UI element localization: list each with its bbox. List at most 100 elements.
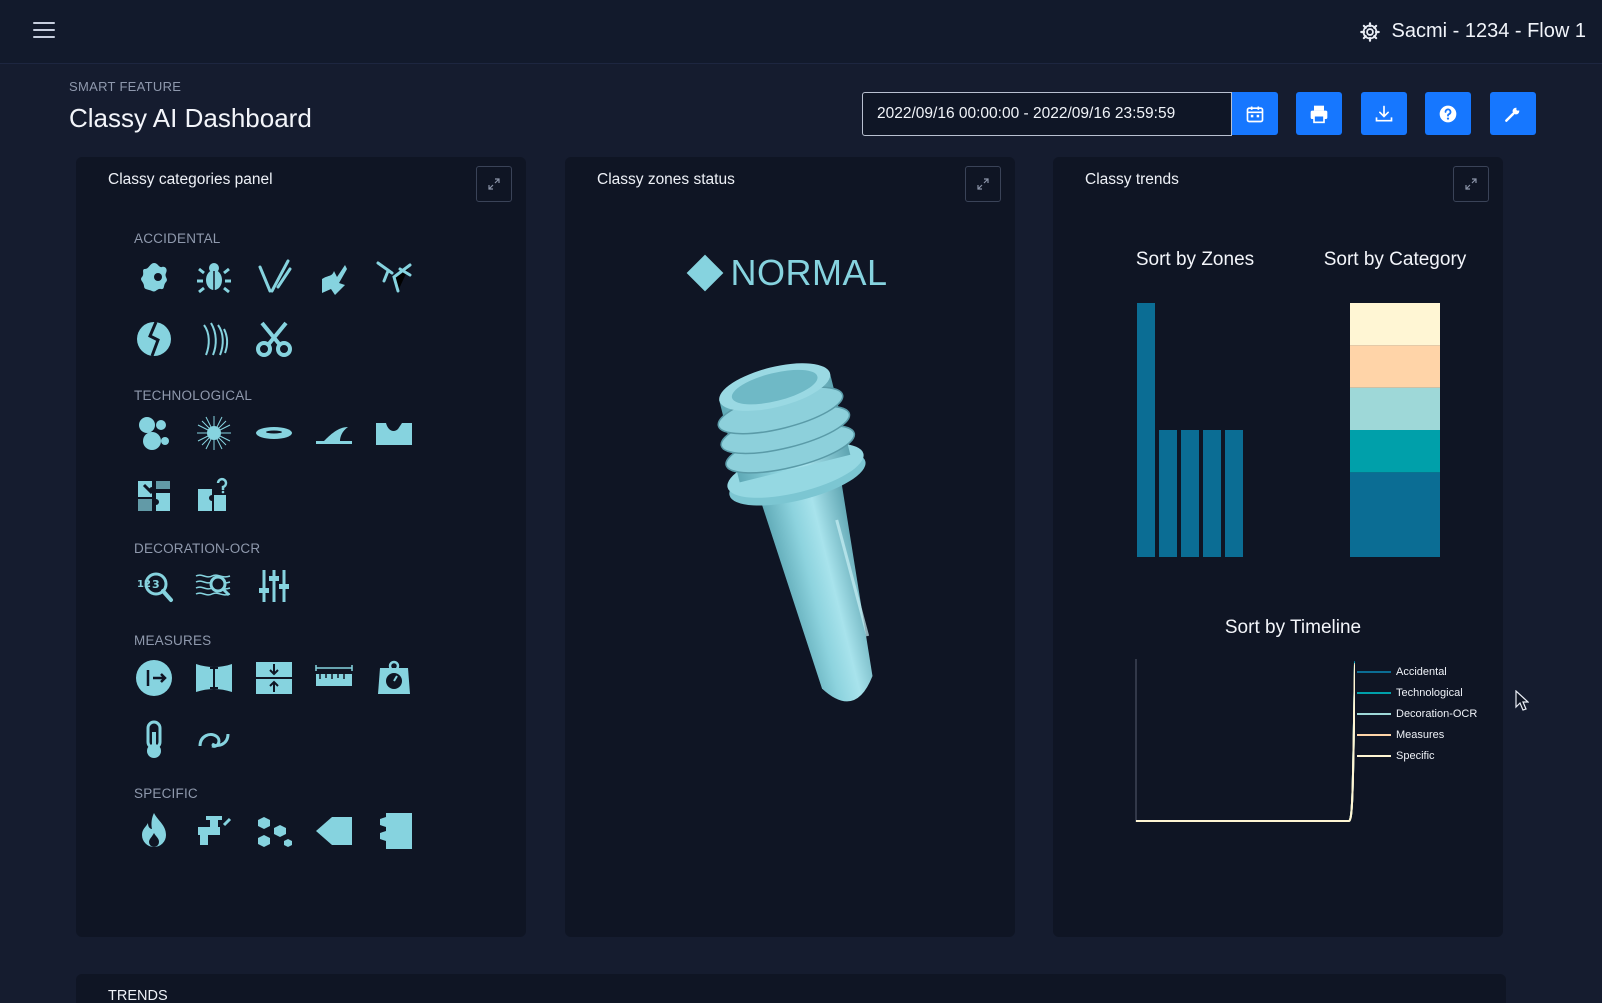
expand-button[interactable] [965,166,1001,202]
icon-row [134,811,414,851]
streak-icon[interactable] [194,319,234,359]
expand-icon [1465,178,1477,190]
thermometer-icon[interactable] [134,720,174,760]
legend-item[interactable]: Specific [1357,745,1477,766]
zone-bar[interactable] [1181,430,1199,557]
category-segment[interactable] [1350,387,1440,430]
cap-icon[interactable] [314,811,354,851]
zones-bar-chart [1137,303,1243,557]
zone-bar[interactable] [1203,430,1221,557]
notch-icon[interactable] [374,413,414,453]
svg-text:3: 3 [152,578,160,591]
page-title: Classy AI Dashboard [69,103,312,133]
leaf-icon[interactable] [134,319,174,359]
svg-text:12: 12 [137,579,151,590]
bug-icon[interactable] [194,257,234,297]
category-segment[interactable] [1350,303,1440,346]
legend-item[interactable]: Technological [1357,682,1477,703]
help-button[interactable] [1425,92,1471,135]
expand-icon [488,178,500,190]
download-button[interactable] [1361,92,1407,135]
hamburger-menu-icon[interactable] [33,22,55,40]
category-segment[interactable] [1350,430,1440,473]
neck-icon[interactable] [374,811,414,851]
icon-row [134,475,234,515]
ocr-magnify-icon[interactable]: 12 3 [134,566,174,606]
panel-title: Classy zones status [597,171,735,188]
flame-icon[interactable] [134,811,174,851]
timeline-series-line [1136,660,1355,822]
weight-icon[interactable] [374,658,414,698]
chart-title-category: Sort by Category [1323,249,1467,270]
date-range-input[interactable]: 2022/09/16 00:00:00 - 2022/09/16 23:59:5… [862,92,1232,136]
gauge-icon[interactable] [134,658,174,698]
scissors-icon[interactable] [254,319,294,359]
tap-icon[interactable] [194,811,234,851]
icon-row [134,413,414,453]
timeline-series-line [1136,663,1355,822]
category-segment[interactable] [1350,345,1440,388]
icon-row: 12 3 [134,566,294,606]
chart-title-timeline: Sort by Timeline [1224,617,1362,638]
ellipse-icon[interactable] [254,413,294,453]
category-heading: MEASURES [134,633,212,648]
print-icon [1310,105,1328,123]
calendar-button[interactable] [1232,92,1278,135]
legend-swatch [1357,754,1391,757]
category-stacked-chart [1350,303,1440,557]
ruler-icon[interactable] [314,658,354,698]
legend-swatch [1357,712,1391,715]
scratch-icon[interactable] [254,257,294,297]
category-heading: ACCIDENTAL [134,231,221,246]
legend-swatch [1357,691,1391,694]
zones-status-panel: Classy zones status NORMAL [565,157,1015,937]
calendar-icon [1246,106,1264,122]
pattern-magnify-icon[interactable] [194,566,234,606]
trends-panel: Classy trends Sort by Zones Sort by Cate… [1053,157,1503,937]
print-button[interactable] [1296,92,1342,135]
gap-icon[interactable] [254,658,294,698]
timeline-series-line [1136,661,1355,822]
legend-item[interactable]: Measures [1357,724,1477,745]
icon-row [134,257,414,297]
fin-icon[interactable] [314,413,354,453]
zone-bar[interactable] [1225,430,1243,557]
icon-row [134,658,414,698]
height-icon[interactable] [194,658,234,698]
settings-button[interactable] [1490,92,1536,135]
download-icon [1375,105,1393,121]
gear-icon [1360,21,1381,42]
page-eyebrow: SMART FEATURE [69,79,182,94]
crack-icon[interactable] [314,257,354,297]
timeline-series-line [1136,662,1355,822]
bubbles-icon[interactable] [134,413,174,453]
expand-button[interactable] [1453,166,1489,202]
flow-selector[interactable]: Sacmi - 1234 - Flow 1 [1359,20,1586,43]
puzzle-question-icon[interactable] [194,475,234,515]
timeline-line-chart [1135,659,1355,822]
splat-icon[interactable] [134,257,174,297]
legend-item[interactable]: Decoration-OCR [1357,703,1477,724]
puzzle-icon[interactable] [134,475,174,515]
expand-button[interactable] [476,166,512,202]
legend-item[interactable]: Accidental [1357,661,1477,682]
section-title: TRENDS [108,988,168,1003]
legend-label: Technological [1396,686,1463,699]
top-bar: Sacmi - 1234 - Flow 1 [0,0,1602,64]
preform-image [717,363,873,702]
break-icon[interactable] [374,257,414,297]
zone-status: NORMAL [565,252,1015,294]
granules-icon[interactable] [254,811,294,851]
legend-label: Specific [1396,749,1435,762]
burst-icon[interactable] [194,413,234,453]
legend-label: Measures [1396,728,1445,741]
category-heading: SPECIFIC [134,786,198,801]
zone-bar[interactable] [1159,430,1177,557]
ovality-icon[interactable] [194,720,234,760]
legend-swatch [1357,733,1391,736]
diamond-icon [687,254,724,292]
zone-bar[interactable] [1137,303,1155,557]
sliders-icon[interactable] [254,566,294,606]
category-segment[interactable] [1350,472,1440,557]
categories-panel: Classy categories panel ACCIDENTAL TECHN… [76,157,526,937]
